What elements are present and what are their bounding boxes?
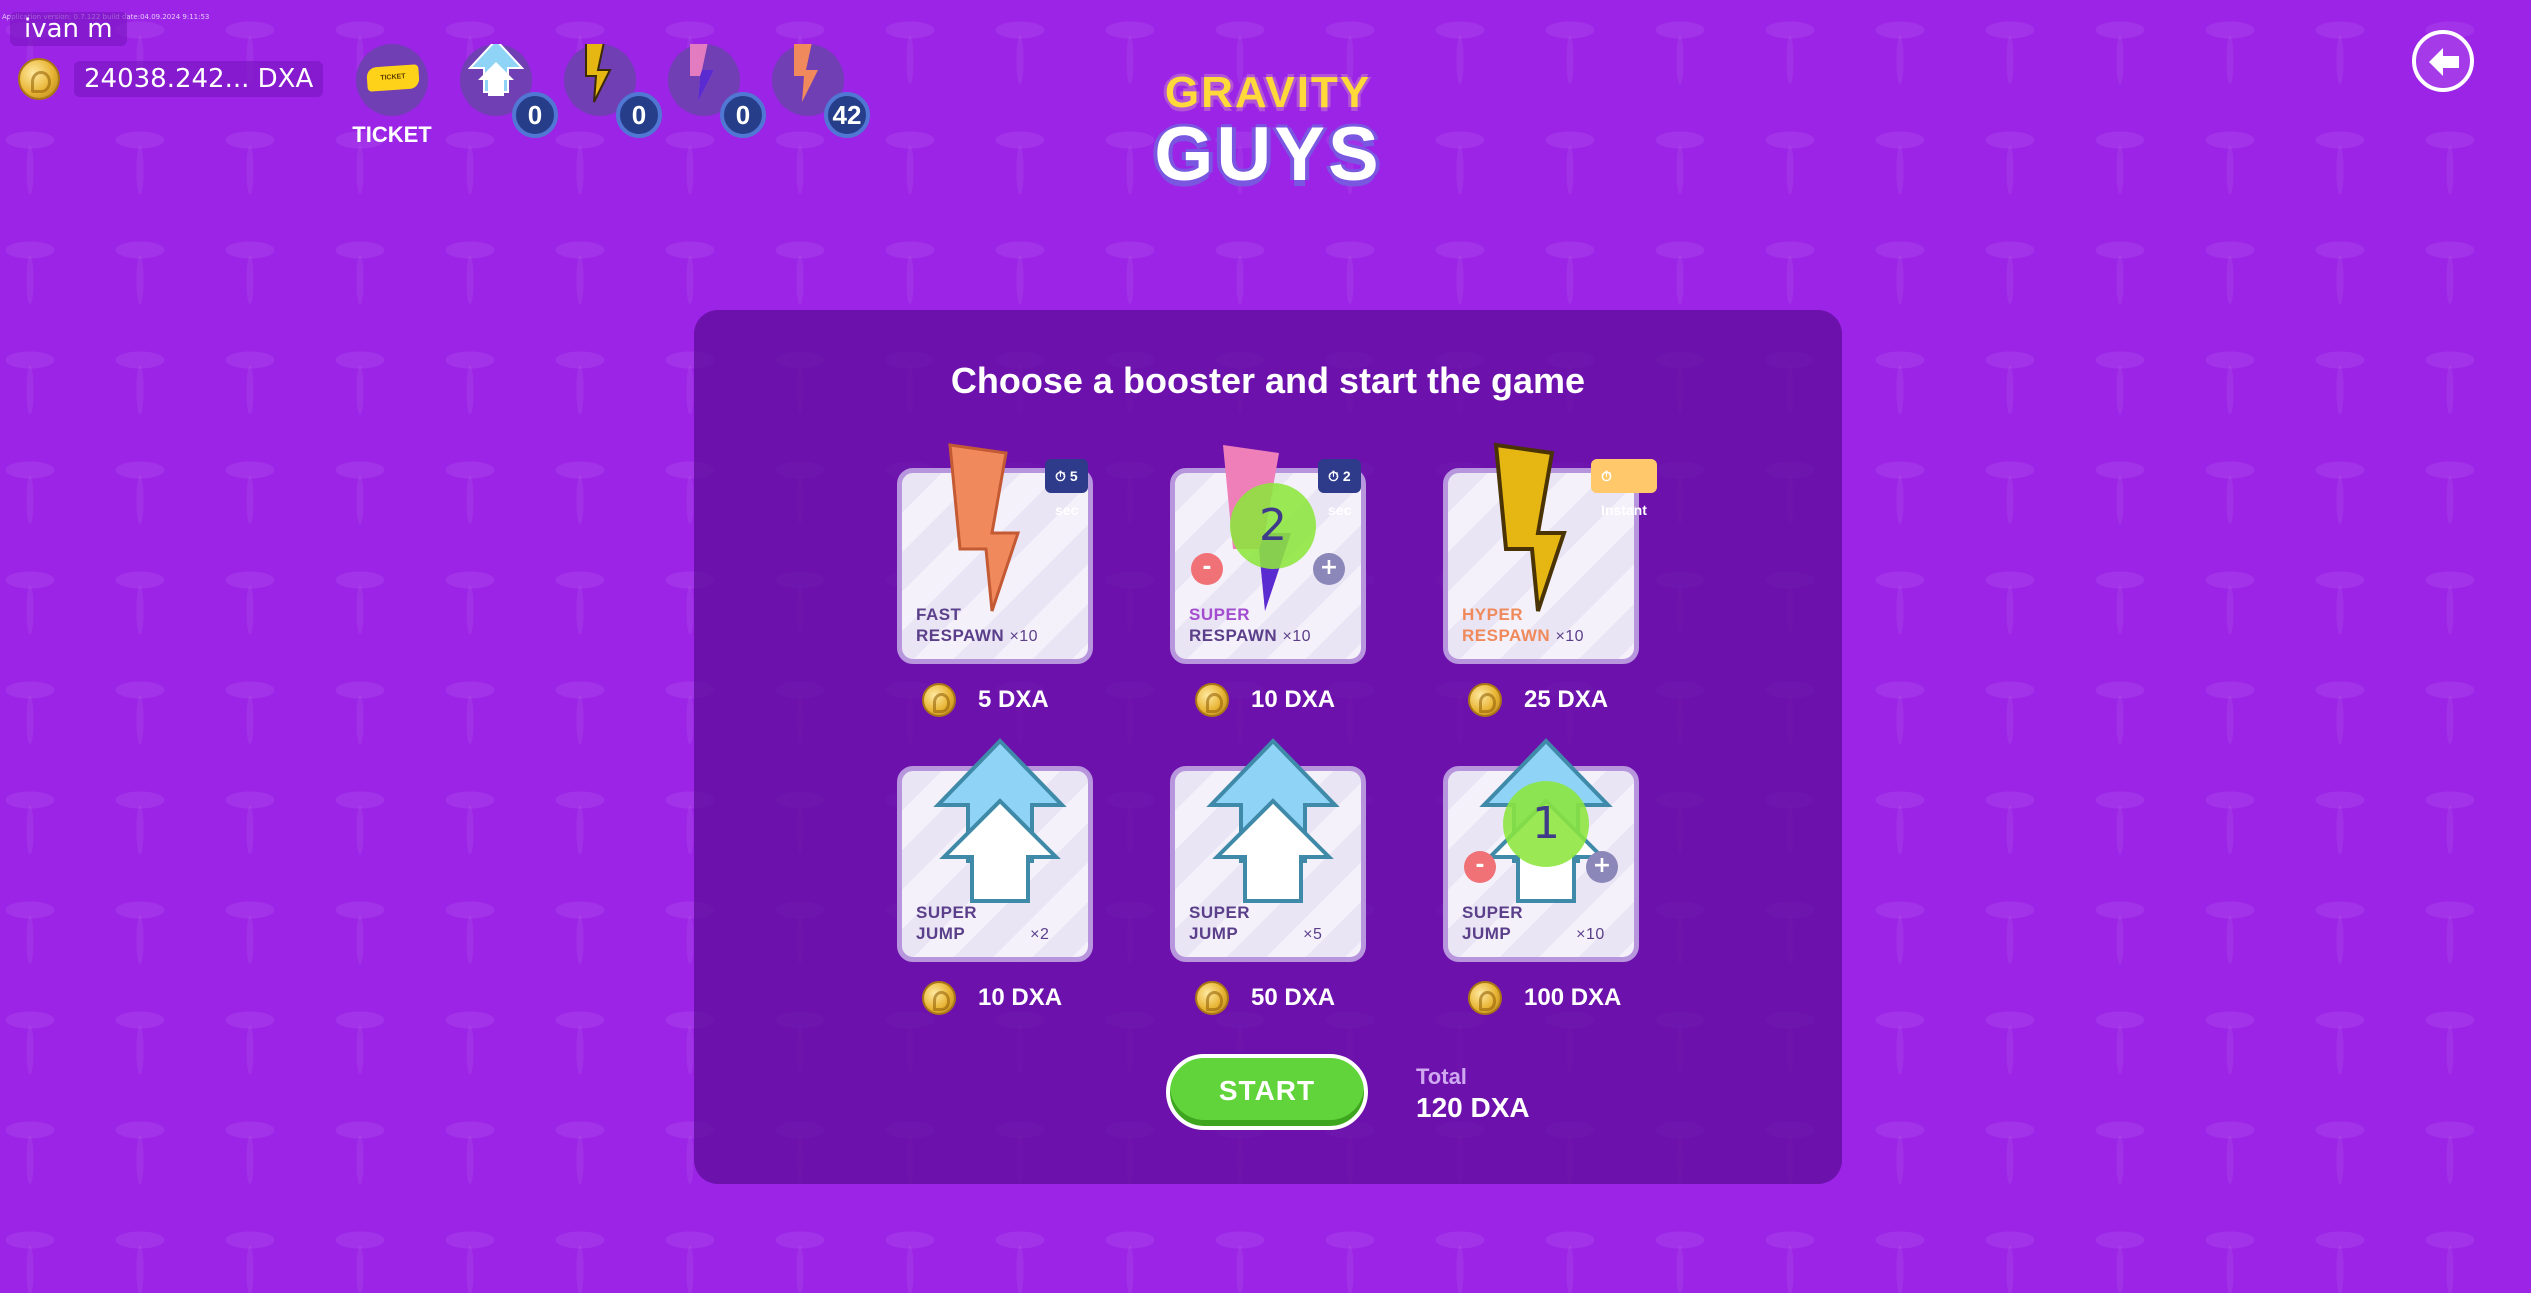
booster-card-super-jump-10[interactable]: 1 - + SUPER JUMP ×10 <box>1443 738 1639 962</box>
decrease-button[interactable]: - <box>1464 851 1496 883</box>
booster-card-super-respawn[interactable]: ⏱ 2 sec 2 - + SUPER RESPAWN ×10 <box>1170 445 1366 664</box>
hud-count: 42 <box>824 92 870 138</box>
start-button[interactable]: START <box>1166 1054 1368 1130</box>
booster-price: 10 DXA <box>1195 683 1335 717</box>
increase-button[interactable]: + <box>1313 553 1345 585</box>
booster-name-line1: HYPER <box>1462 605 1524 624</box>
selected-quantity: 2 <box>1230 483 1316 569</box>
booster-price: 100 DXA <box>1468 981 1621 1015</box>
dxa-coin-icon <box>1195 981 1229 1015</box>
booster-qty: ×10 <box>1282 628 1312 645</box>
ticket-label: TICKET <box>352 122 432 147</box>
booster-qty: ×2 <box>1030 926 1050 943</box>
booster-card-fast-respawn[interactable]: ⏱ 5 sec FAST RESPAWN ×10 <box>897 443 1093 664</box>
ticket-icon: TICKET <box>356 44 428 116</box>
booster-qty: ×10 <box>1555 628 1585 645</box>
logo-bottom-text: GUYS <box>1154 112 1382 197</box>
booster-name-line2: JUMP <box>1462 924 1511 943</box>
booster-name-line2: RESPAWN <box>916 626 1005 645</box>
arrow-left-icon <box>2429 48 2459 76</box>
game-logo: GRAVITY GUYS <box>1116 70 1420 196</box>
hud-count: 0 <box>512 92 558 138</box>
booster-qty: ×10 <box>1009 628 1039 645</box>
booster-price: 10 DXA <box>922 981 1062 1015</box>
booster-price: 5 DXA <box>922 683 1049 717</box>
booster-name-line2: JUMP <box>916 924 965 943</box>
username: ivan m <box>10 12 127 46</box>
booster-name-line1: SUPER <box>1189 605 1251 624</box>
selected-quantity: 1 <box>1503 781 1589 867</box>
hud-count: 0 <box>720 92 766 138</box>
hud-fast-respawn[interactable]: 42 <box>772 38 870 138</box>
booster-card-hyper-respawn[interactable]: ⏱ Instant HYPER RESPAWN ×10 <box>1443 442 1657 664</box>
dxa-coin-icon <box>922 683 956 717</box>
dxa-coin-icon <box>1468 981 1502 1015</box>
back-button[interactable] <box>2412 30 2474 92</box>
booster-name-line2: JUMP <box>1189 924 1238 943</box>
dxa-coin-icon <box>1468 683 1502 717</box>
dxa-coin-icon <box>18 58 60 100</box>
booster-name-line2: RESPAWN <box>1462 626 1551 645</box>
booster-name-line2: RESPAWN <box>1189 626 1278 645</box>
hud-ticket[interactable]: TICKET <box>356 44 428 116</box>
panel-title: Choose a booster and start the game <box>950 360 1586 401</box>
total-value: 120 DXA <box>1416 1092 1530 1123</box>
hud-count: 0 <box>616 92 662 138</box>
decrease-button[interactable]: - <box>1191 553 1223 585</box>
booster-qty: ×10 <box>1576 926 1605 943</box>
increase-button[interactable]: + <box>1586 851 1618 883</box>
booster-card-super-jump-2[interactable]: SUPER JUMP ×2 <box>897 738 1093 962</box>
balance-value: 24038.242... DXA <box>74 61 324 97</box>
booster-price: 25 DXA <box>1468 683 1608 717</box>
booster-name-line1: SUPER <box>916 903 978 922</box>
booster-qty: ×5 <box>1303 926 1323 943</box>
booster-price: 50 DXA <box>1195 981 1335 1015</box>
duration-tag: ⏱ 2 sec <box>1318 459 1362 518</box>
dxa-coin-icon <box>1195 683 1229 717</box>
booster-name-line1: SUPER <box>1189 903 1251 922</box>
booster-name-line1: SUPER <box>1462 903 1524 922</box>
booster-name-line1: FAST <box>916 605 962 624</box>
booster-card-super-jump-5[interactable]: SUPER JUMP ×5 <box>1170 738 1366 962</box>
total-label: Total <box>1416 1064 1467 1089</box>
logo-top-text: GRAVITY <box>1164 68 1372 117</box>
duration-tag: ⏱ Instant <box>1591 459 1657 518</box>
hud-super-respawn[interactable]: 0 <box>668 38 766 138</box>
balance: 24038.242... DXA <box>18 58 324 100</box>
dxa-coin-icon <box>922 981 956 1015</box>
duration-tag: ⏱ 5 sec <box>1045 459 1089 518</box>
hud-super-jump[interactable]: 0 <box>460 38 558 138</box>
hud-hyper-respawn[interactable]: 0 <box>564 36 662 138</box>
